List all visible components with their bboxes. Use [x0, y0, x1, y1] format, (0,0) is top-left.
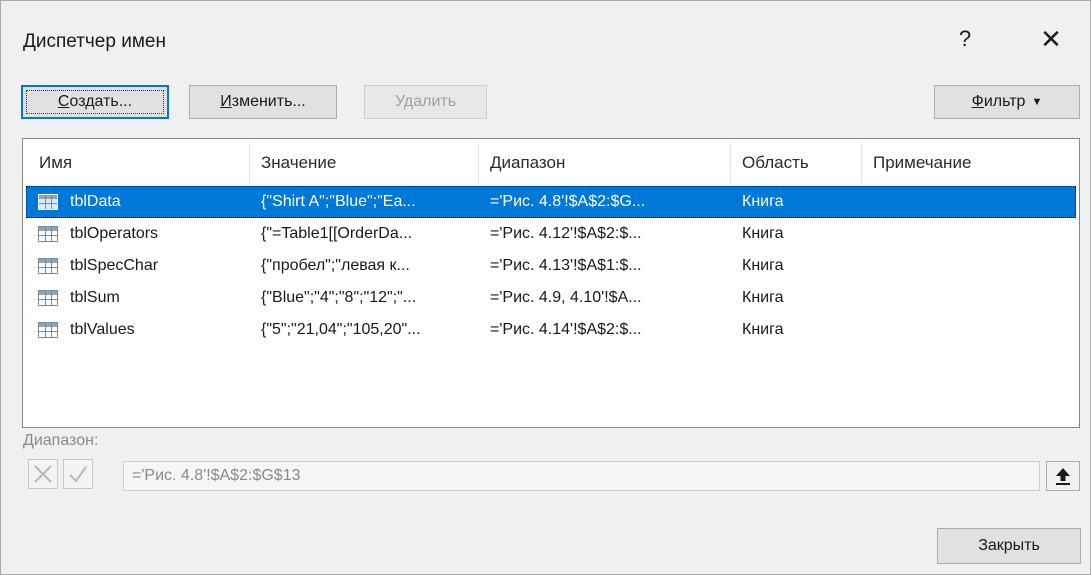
row-name: tblSum: [70, 289, 120, 306]
range-input[interactable]: ='Рис. 4.8'!$A$2:$G$13: [123, 461, 1040, 491]
upload-arrow-icon: [1056, 468, 1070, 485]
list-item[interactable]: tblData {"Shirt A";"Blue";"Ea... ='Рис. …: [26, 186, 1076, 218]
row-scope: Книга: [742, 225, 784, 242]
row-range: ='Рис. 4.13'!$A$1:$...: [490, 257, 642, 274]
confirm-icon[interactable]: [63, 459, 93, 489]
row-name: tblData: [70, 193, 121, 210]
row-value: {"Blue";"4";"8";"12";"...: [261, 289, 417, 306]
row-scope: Книга: [742, 289, 784, 306]
x-mark-icon: [34, 465, 52, 483]
chevron-down-icon: ▼: [1031, 96, 1043, 108]
list-item[interactable]: tblSpecChar {"пробел";"левая к... ='Рис.…: [26, 250, 1076, 282]
names-list[interactable]: Имя Значение Диапазон Область Примечание…: [22, 138, 1080, 428]
column-header-scope[interactable]: Область: [742, 153, 809, 173]
list-item[interactable]: tblValues {"5";"21,04";"105,20"... ='Рис…: [26, 314, 1076, 346]
edit-label: зменить...: [231, 93, 306, 110]
row-value: {"=Table1[[OrderDa...: [261, 225, 413, 242]
row-name: tblOperators: [70, 225, 159, 242]
column-divider[interactable]: [478, 143, 479, 183]
table-icon: [38, 322, 58, 338]
close-button[interactable]: Закрыть: [937, 528, 1081, 564]
dialog-title: Диспетчер имен: [23, 31, 166, 52]
edit-button[interactable]: Изменить...: [189, 85, 337, 119]
filter-button[interactable]: Фильтр ▼: [934, 85, 1080, 119]
row-value: {"Shirt A";"Blue";"Ea...: [261, 193, 416, 210]
row-name: tblSpecChar: [70, 257, 159, 274]
column-divider[interactable]: [861, 143, 862, 183]
filter-label: ильтр: [983, 93, 1026, 110]
edit-accel: И: [220, 93, 232, 110]
name-manager-dialog: Диспетчер имен ? ✕ Создать... Изменить..…: [0, 0, 1091, 575]
create-accel: С: [57, 93, 70, 110]
row-value: {"пробел";"левая к...: [261, 257, 410, 274]
column-header-value[interactable]: Значение: [261, 153, 336, 173]
list-rows: tblData {"Shirt A";"Blue";"Ea... ='Рис. …: [23, 186, 1079, 346]
row-range: ='Рис. 4.14'!$A$2:$...: [490, 321, 642, 338]
table-icon: [38, 226, 58, 242]
row-value: {"5";"21,04";"105,20"...: [261, 321, 421, 338]
create-label: оздать...: [69, 93, 133, 110]
row-scope: Книга: [742, 193, 784, 210]
filter-accel: Ф: [971, 93, 984, 110]
column-divider[interactable]: [730, 143, 731, 183]
table-icon: [38, 290, 58, 306]
table-icon: [38, 258, 58, 274]
cancel-icon[interactable]: [28, 459, 58, 489]
range-label: Диапазон:: [23, 432, 99, 449]
delete-button[interactable]: Удалить: [364, 85, 487, 119]
list-item[interactable]: tblSum {"Blue";"4";"8";"12";"... ='Рис. …: [26, 282, 1076, 314]
checkmark-icon: [69, 466, 87, 483]
column-header-range[interactable]: Диапазон: [490, 153, 565, 173]
collapse-dialog-button[interactable]: [1046, 461, 1080, 491]
close-x-icon[interactable]: ✕: [1031, 19, 1071, 59]
row-range: ='Рис. 4.8'!$A$2:$G...: [490, 193, 646, 210]
row-range: ='Рис. 4.12'!$A$2:$...: [490, 225, 642, 242]
column-divider[interactable]: [249, 143, 250, 183]
row-range: ='Рис. 4.9, 4.10'!$A...: [490, 289, 642, 306]
create-button[interactable]: Создать...: [21, 85, 169, 119]
list-header: Имя Значение Диапазон Область Примечание: [23, 139, 1079, 185]
column-header-note[interactable]: Примечание: [873, 153, 971, 173]
list-item[interactable]: tblOperators {"=Table1[[OrderDa... ='Рис…: [26, 218, 1076, 250]
row-scope: Книга: [742, 257, 784, 274]
column-header-name[interactable]: Имя: [39, 153, 72, 173]
row-name: tblValues: [70, 321, 135, 338]
row-scope: Книга: [742, 321, 784, 338]
table-icon: [38, 194, 58, 210]
help-button[interactable]: ?: [945, 19, 985, 59]
